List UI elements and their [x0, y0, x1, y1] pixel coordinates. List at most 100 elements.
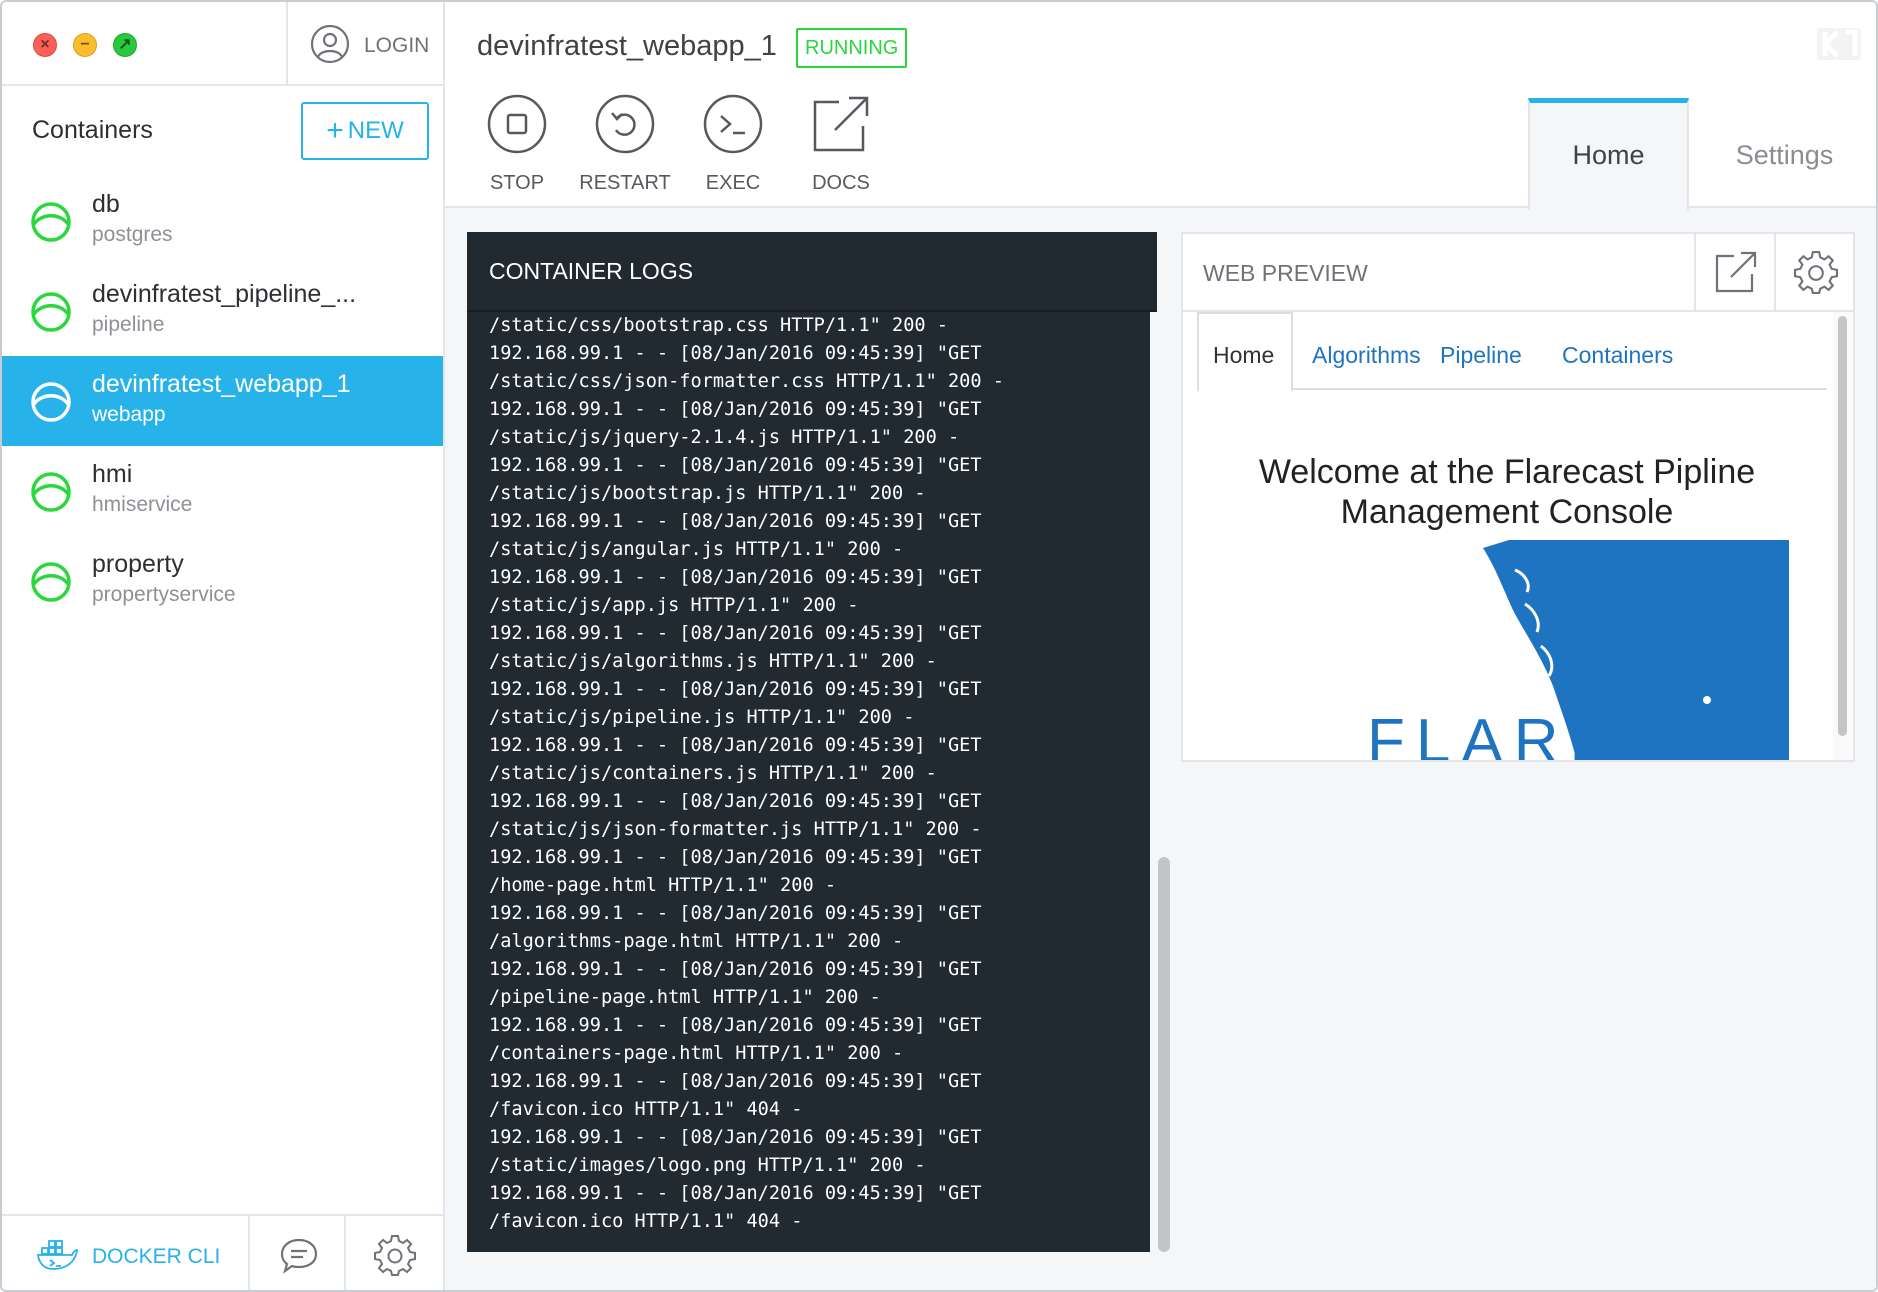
preview-heading: Welcome at the Flarecast Pipline Managem…: [1207, 452, 1807, 532]
user-icon: [310, 24, 350, 64]
log-line: 192.168.99.1 - - [08/Jan/2016 09:45:39] …: [489, 847, 982, 868]
web-preview-panel: WEB PREVIEW Home Algorithms Pipeline Con…: [1181, 232, 1855, 762]
feedback-button[interactable]: [250, 1216, 346, 1290]
log-line: 192.168.99.1 - - [08/Jan/2016 09:45:39] …: [489, 903, 982, 924]
container-running-icon: [31, 292, 71, 332]
containers-title: Containers: [32, 116, 153, 144]
log-line: /static/images/logo.png HTTP/1.1" 200 -: [489, 1155, 926, 1176]
sidebar-footer: DOCKER CLI: [2, 1214, 443, 1290]
container-image: postgres: [92, 223, 173, 246]
preview-scrollbar[interactable]: [1833, 312, 1853, 760]
log-output[interactable]: /static/css/bootstrap.css HTTP/1.1" 200 …: [467, 312, 1129, 1252]
log-line: 192.168.99.1 - - [08/Jan/2016 09:45:39] …: [489, 1127, 982, 1148]
log-line: /static/js/jquery-2.1.4.js HTTP/1.1" 200…: [489, 427, 960, 448]
preview-tab-algorithms[interactable]: Algorithms: [1312, 342, 1421, 369]
preview-heading-line2: Management Console: [1340, 493, 1674, 531]
zoom-icon: ↗: [118, 36, 132, 53]
container-item-pipeline[interactable]: devinfratest_pipeline_... pipeline: [2, 266, 443, 356]
log-line: 192.168.99.1 - - [08/Jan/2016 09:45:39] …: [489, 735, 982, 756]
preview-settings-button[interactable]: [1774, 234, 1853, 310]
stop-label: STOP: [489, 172, 545, 194]
tab-settings[interactable]: Settings: [1689, 98, 1876, 208]
preferences-button[interactable]: [346, 1216, 443, 1290]
web-preview-header: WEB PREVIEW: [1183, 234, 1853, 312]
plus-icon: +: [326, 114, 344, 147]
stop-icon: [487, 94, 547, 154]
docs-button[interactable]: DOCS: [791, 94, 891, 194]
container-name: hmi: [92, 460, 133, 488]
sidebar: × − ↗ LOGIN Containers +NEW db postgres: [2, 2, 445, 1290]
log-line: /static/js/algorithms.js HTTP/1.1" 200 -: [489, 651, 937, 672]
container-image: webapp: [92, 403, 166, 426]
log-line: /static/js/bootstrap.js HTTP/1.1" 200 -: [489, 483, 926, 504]
log-line: /static/css/bootstrap.css HTTP/1.1" 200 …: [489, 315, 948, 336]
log-line: 192.168.99.1 - - [08/Jan/2016 09:45:39] …: [489, 511, 982, 532]
container-item-db[interactable]: db postgres: [2, 176, 443, 266]
close-window-button[interactable]: ×: [33, 33, 57, 57]
kitematic-logo-icon: [1817, 28, 1861, 60]
docs-label: DOCS: [812, 172, 870, 194]
close-icon: ×: [40, 36, 50, 53]
gear-icon: [1794, 251, 1838, 294]
preview-nav: Home Algorithms Pipeline Containers: [1197, 312, 1827, 392]
log-line: /static/css/json-formatter.css HTTP/1.1"…: [489, 371, 1004, 392]
logo-text: FLARECAST: [1367, 707, 1789, 760]
container-item-property[interactable]: property propertyservice: [2, 536, 443, 626]
main-panel: devinfratest_webapp_1 RUNNING STOP RESTA…: [445, 2, 1876, 1290]
preview-tab-containers[interactable]: Containers: [1562, 342, 1673, 369]
restart-button[interactable]: RESTART: [575, 94, 675, 194]
container-image: propertyservice: [92, 583, 236, 606]
web-preview-frame[interactable]: Home Algorithms Pipeline Containers Welc…: [1183, 312, 1853, 760]
container-name: db: [92, 190, 120, 218]
logs-header: CONTAINER LOGS: [467, 232, 1157, 312]
container-image: hmiservice: [92, 493, 193, 516]
containers-header: Containers + NEW: [2, 86, 445, 176]
preview-heading-line1: Welcome at the Flarecast Pipline: [1258, 453, 1756, 491]
container-item-hmi[interactable]: hmi hmiservice: [2, 446, 443, 536]
new-container-button[interactable]: + NEW: [301, 102, 429, 160]
log-line: 192.168.99.1 - - [08/Jan/2016 09:45:39] …: [489, 623, 982, 644]
flarecast-logo: FLARECAST: [1367, 540, 1789, 760]
status-badge: RUNNING: [796, 28, 908, 68]
container-running-icon: [31, 472, 71, 512]
log-line: 192.168.99.1 - - [08/Jan/2016 09:45:39] …: [489, 1071, 982, 1092]
login-button[interactable]: LOGIN: [286, 2, 445, 86]
preview-scrollbar-thumb[interactable]: [1838, 316, 1847, 736]
preview-tab-pipeline[interactable]: Pipeline: [1440, 342, 1522, 369]
container-running-icon: [31, 382, 71, 422]
stop-button[interactable]: STOP: [467, 94, 567, 194]
exec-button[interactable]: EXEC: [683, 94, 783, 194]
log-line: 192.168.99.1 - - [08/Jan/2016 09:45:39] …: [489, 791, 982, 812]
log-line: 192.168.99.1 - - [08/Jan/2016 09:45:39] …: [489, 399, 982, 420]
docker-whale-icon: [36, 1240, 78, 1270]
log-line: /favicon.ico HTTP/1.1" 404 -: [489, 1211, 803, 1232]
log-line: 192.168.99.1 - - [08/Jan/2016 09:45:39] …: [489, 1183, 982, 1204]
log-line: /static/js/pipeline.js HTTP/1.1" 200 -: [489, 707, 915, 728]
external-link-icon: [1715, 251, 1757, 293]
log-line: 192.168.99.1 - - [08/Jan/2016 09:45:39] …: [489, 1015, 982, 1036]
container-header: devinfratest_webapp_1 RUNNING STOP RESTA…: [445, 2, 1876, 210]
container-image: pipeline: [92, 313, 165, 336]
container-name: devinfratest_pipeline_...: [92, 280, 357, 308]
logs-scrollbar[interactable]: [1150, 312, 1180, 1252]
minimize-window-button[interactable]: −: [73, 33, 97, 57]
minimize-icon: −: [80, 36, 90, 53]
docker-cli-button[interactable]: DOCKER CLI: [2, 1216, 250, 1290]
container-name: property: [92, 550, 184, 578]
log-line: /pipeline-page.html HTTP/1.1" 200 -: [489, 987, 881, 1008]
log-line: 192.168.99.1 - - [08/Jan/2016 09:45:39] …: [489, 455, 982, 476]
restart-label: RESTART: [579, 172, 671, 194]
tab-home[interactable]: Home: [1528, 98, 1689, 210]
log-line: /static/js/containers.js HTTP/1.1" 200 -: [489, 763, 937, 784]
log-line: 192.168.99.1 - - [08/Jan/2016 09:45:39] …: [489, 679, 982, 700]
preview-tab-home[interactable]: Home: [1197, 312, 1293, 392]
open-in-browser-button[interactable]: [1694, 234, 1774, 310]
restart-icon: [595, 94, 655, 154]
container-list: db postgres devinfratest_pipeline_... pi…: [2, 176, 443, 626]
log-line: /static/js/angular.js HTTP/1.1" 200 -: [489, 539, 904, 560]
zoom-window-button[interactable]: ↗: [113, 33, 137, 57]
sidebar-titlebar: × − ↗ LOGIN: [2, 2, 445, 86]
container-item-webapp[interactable]: devinfratest_webapp_1 webapp: [2, 356, 443, 446]
logs-scrollbar-thumb[interactable]: [1158, 857, 1170, 1252]
web-preview-title: WEB PREVIEW: [1203, 260, 1368, 286]
